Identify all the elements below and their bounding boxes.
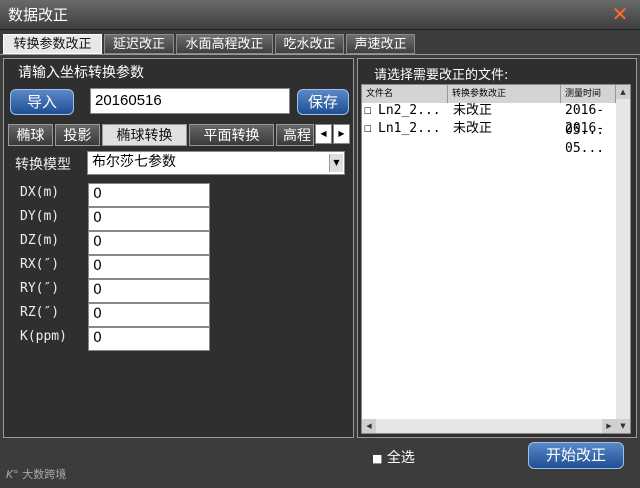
- subtab-plane-conversion[interactable]: 平面转换: [189, 124, 274, 146]
- horizontal-scrollbar[interactable]: [362, 419, 616, 433]
- scroll-down-icon[interactable]: ▼: [616, 419, 630, 433]
- scroll-left-icon[interactable]: ◀: [362, 419, 376, 433]
- watermark-text: 大数跨境: [22, 468, 67, 481]
- file-name[interactable]: Ln1_2...: [378, 119, 441, 139]
- param-label-dy: DY(m): [20, 209, 60, 224]
- select-all-checkbox[interactable]: ■ 全选: [372, 447, 415, 467]
- param-label-dx: DX(m): [20, 185, 60, 200]
- save-button[interactable]: 保存: [297, 89, 349, 115]
- param-label-ry: RY(″): [20, 281, 60, 296]
- param-input-ry[interactable]: 0: [88, 279, 210, 303]
- tab-delay-correction[interactable]: 延迟改正: [104, 34, 174, 54]
- chevron-down-icon[interactable]: ▼: [329, 154, 343, 172]
- subtab-ellipsoid-conversion[interactable]: 椭球转换: [102, 124, 187, 146]
- model-select[interactable]: 布尔莎七参数 ▼: [87, 151, 345, 175]
- param-input-dy[interactable]: 0: [88, 207, 210, 231]
- param-input-dx[interactable]: 0: [88, 183, 210, 207]
- scroll-right-icon[interactable]: ▶: [602, 419, 616, 433]
- param-label-rz: RZ(″): [20, 305, 60, 320]
- close-icon[interactable]: ✕: [607, 2, 633, 26]
- param-input-rx[interactable]: 0: [88, 255, 210, 279]
- vertical-scrollbar[interactable]: [616, 85, 630, 433]
- tab-water-level-correction[interactable]: 水面高程改正: [176, 34, 273, 54]
- subtab-elevation[interactable]: 高程: [276, 124, 314, 146]
- tab-draft-correction[interactable]: 吃水改正: [275, 34, 344, 54]
- window-title: 数据改正: [8, 6, 69, 24]
- import-button[interactable]: 导入: [10, 89, 74, 115]
- subtab-ellipsoid[interactable]: 椭球: [8, 124, 53, 146]
- param-label-rx: RX(″): [20, 257, 60, 272]
- model-select-value: 布尔莎七参数: [92, 154, 176, 170]
- tab-coordinate-correction[interactable]: 转换参数改正: [3, 34, 102, 54]
- checkbox-icon[interactable]: ■: [372, 452, 382, 465]
- tab-scroll-right-icon[interactable]: ▶: [333, 124, 350, 144]
- date-input[interactable]: 20160516: [90, 88, 290, 114]
- title-bar: [0, 0, 640, 30]
- checkbox[interactable]: ☐: [364, 119, 372, 139]
- param-input-k[interactable]: 0: [88, 327, 210, 351]
- param-label-k: K(ppm): [20, 329, 67, 344]
- params-heading: 请输入坐标转换参数: [18, 65, 144, 81]
- subtab-projection[interactable]: 投影: [55, 124, 100, 146]
- tab-divider: [0, 54, 640, 55]
- model-label: 转换模型: [15, 157, 71, 173]
- tab-scroll-left-icon[interactable]: ◀: [315, 124, 332, 144]
- logo-icon: K°: [6, 468, 19, 481]
- param-input-dz[interactable]: 0: [88, 231, 210, 255]
- files-heading: 请选择需要改正的文件:: [374, 68, 509, 83]
- watermark: K° 大数跨境: [6, 466, 66, 482]
- file-status: 未改正: [453, 103, 493, 118]
- file-name[interactable]: Ln2_2...: [378, 101, 441, 121]
- start-correction-button[interactable]: 开始改正: [528, 442, 624, 469]
- checkbox[interactable]: ☐: [364, 101, 372, 121]
- param-label-dz: DZ(m): [20, 233, 60, 248]
- tab-sound-speed-correction[interactable]: 声速改正: [346, 34, 415, 54]
- file-status: 未改正: [453, 121, 493, 136]
- select-all-label: 全选: [386, 450, 415, 466]
- param-input-rz[interactable]: 0: [88, 303, 210, 327]
- scroll-up-icon[interactable]: ▲: [616, 85, 630, 99]
